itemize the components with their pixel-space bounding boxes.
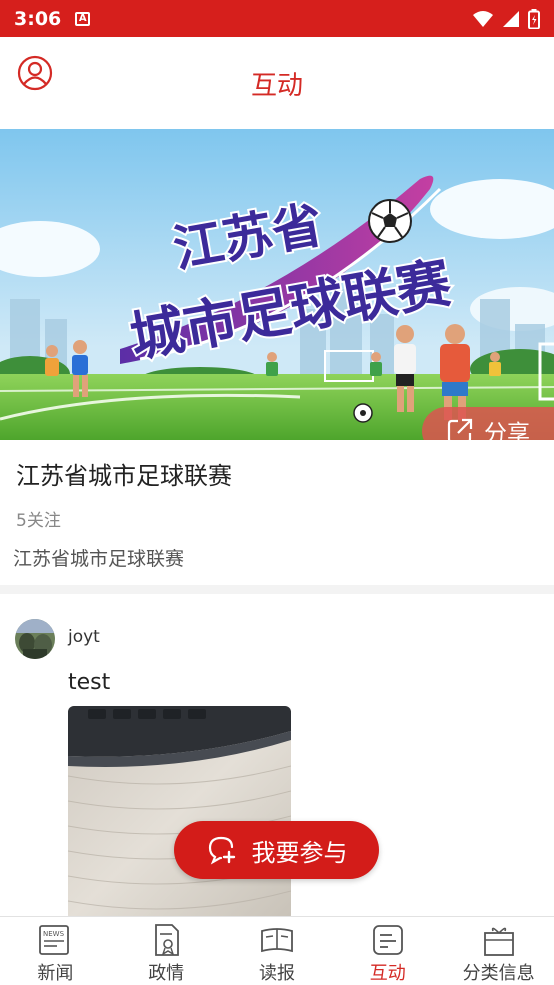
join-button-label: 我要参与 — [251, 838, 348, 867]
notification-icon: A — [75, 11, 91, 26]
post-username[interactable]: joyt — [68, 627, 100, 647]
signal-icon — [503, 10, 519, 27]
post-text: test — [68, 670, 111, 695]
document-badge-icon — [155, 924, 180, 956]
news-icon: NEWS — [39, 925, 70, 955]
status-time: 3:06 — [14, 7, 62, 30]
gift-box-icon — [483, 927, 514, 956]
battery-icon — [528, 8, 540, 29]
tab-label-government: 政情 — [148, 963, 185, 984]
topic-banner-image: 江苏省 城市足球联赛 — [0, 129, 554, 440]
join-discussion-button[interactable]: 我要参与 — [174, 821, 379, 879]
tab-government[interactable]: 政情 — [111, 917, 222, 985]
interaction-icon — [372, 925, 403, 955]
page-title: 互动 — [250, 71, 303, 101]
app-header: 互动 — [0, 37, 554, 129]
system-icons — [472, 8, 540, 29]
tab-label-news: 新闻 — [37, 963, 74, 984]
svg-text:NEWS: NEWS — [43, 930, 65, 938]
tab-label-classified-info: 分类信息 — [462, 963, 535, 984]
wifi-icon — [473, 10, 493, 27]
tab-classified-info[interactable]: 分类信息 — [443, 917, 554, 985]
newspaper-icon — [261, 928, 293, 953]
comment-plus-icon — [208, 836, 235, 865]
tab-interaction[interactable]: 互动 — [332, 917, 443, 985]
bottom-tab-bar: NEWS 新闻 政情 读报 互动 分类信息 — [0, 916, 554, 985]
topic-description: 江苏省城市足球联赛 — [13, 548, 185, 570]
topic-title: 江苏省城市足球联赛 — [16, 462, 232, 490]
topic-info-card: 江苏省城市足球联赛 5关注 江苏省城市足球联赛 — [0, 440, 554, 585]
post-image[interactable] — [68, 706, 291, 916]
status-bar: 3:06 A — [0, 0, 554, 37]
tab-label-read-paper: 读报 — [258, 963, 295, 984]
post-user-avatar[interactable] — [15, 619, 55, 659]
topic-follower-count: 5关注 — [16, 511, 61, 531]
tab-news[interactable]: NEWS 新闻 — [0, 917, 111, 985]
tab-read-paper[interactable]: 读报 — [222, 917, 333, 985]
tab-label-interaction: 互动 — [369, 963, 406, 984]
